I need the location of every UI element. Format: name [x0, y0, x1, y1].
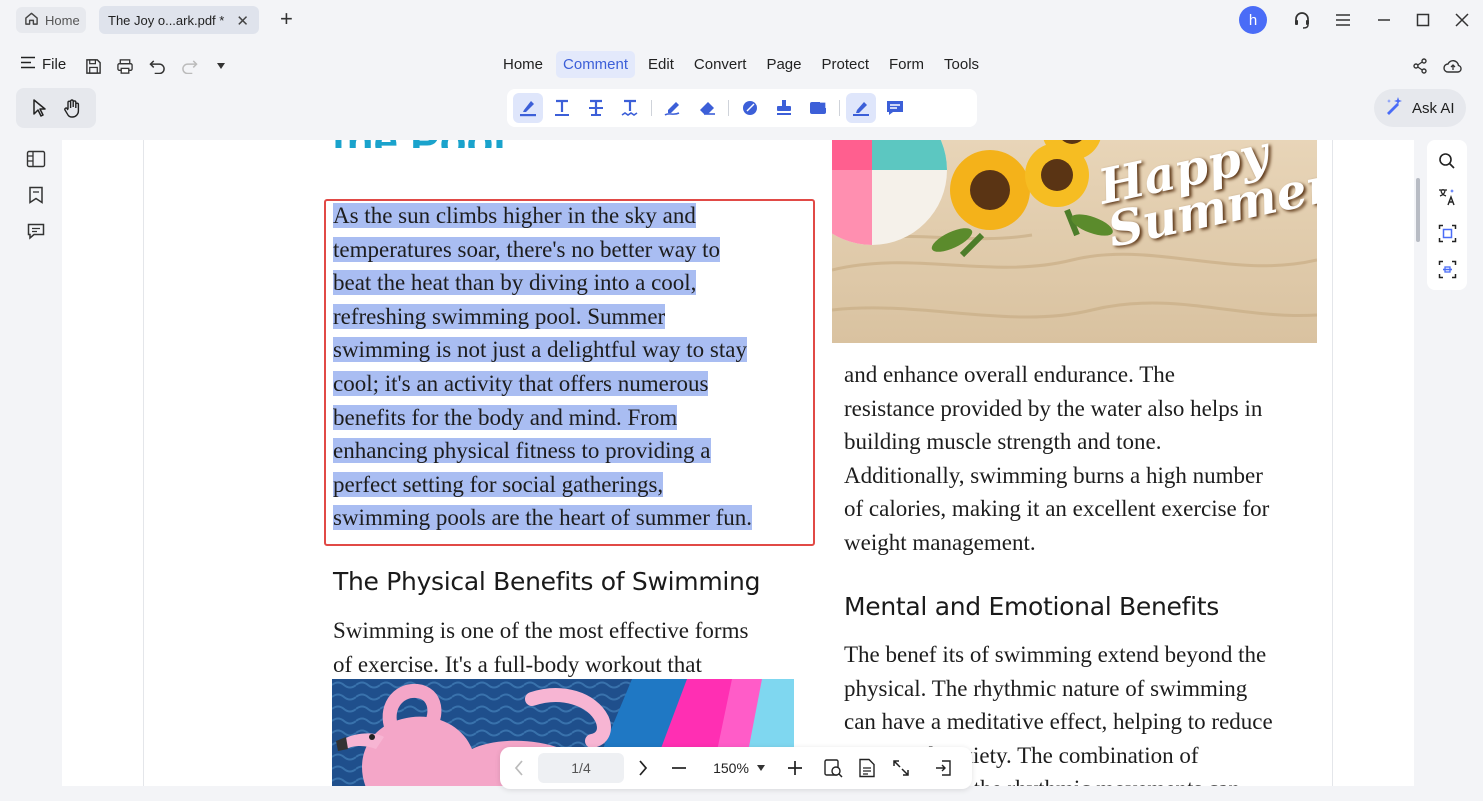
next-page-icon[interactable] [628, 753, 658, 783]
happy-summer-image: Happy Summer [832, 140, 1317, 343]
maximize-icon[interactable] [1411, 8, 1435, 32]
screenshot-capture-icon[interactable] [1436, 258, 1458, 280]
toolbar-divider [839, 100, 840, 116]
right-sidebar [1427, 140, 1467, 290]
share-icon[interactable] [1409, 55, 1431, 77]
translate-icon[interactable] [1436, 186, 1458, 208]
physical-paragraph[interactable]: Swimming is one of the most effective fo… [333, 614, 803, 681]
stamp-tool-icon[interactable] [769, 93, 799, 123]
thumbnails-icon[interactable] [25, 148, 47, 170]
cloud-icon[interactable] [1442, 55, 1464, 77]
document-viewer[interactable]: the Pool As the sun climbs higher in the… [62, 140, 1414, 786]
zoom-out-icon[interactable] [664, 753, 694, 783]
zoom-level: 150% [713, 760, 749, 776]
sunflower [950, 150, 1030, 230]
undo-icon[interactable] [146, 55, 168, 77]
hand-tool-icon[interactable] [61, 97, 83, 119]
save-icon[interactable] [82, 55, 104, 77]
selection-box[interactable] [324, 199, 815, 546]
comments-panel-icon[interactable] [25, 220, 47, 242]
strikethrough-text-icon[interactable] [581, 93, 611, 123]
hamburger-menu-icon[interactable] [1331, 8, 1355, 32]
toolbar-divider [728, 100, 729, 116]
endurance-paragraph[interactable]: and enhance overall endurance. The resis… [844, 358, 1324, 560]
bookmark-icon[interactable] [25, 184, 47, 206]
home-icon [24, 11, 39, 29]
comment-toolbar [507, 89, 977, 127]
search-icon[interactable] [1436, 150, 1458, 172]
menu-comment[interactable]: Comment [556, 51, 636, 78]
text-line: resistance provided by the water also he… [844, 395, 1263, 421]
minimize-icon[interactable] [1372, 8, 1396, 32]
fit-page-icon[interactable] [818, 753, 848, 783]
squiggly-text-icon[interactable] [615, 93, 645, 123]
tab-document[interactable]: The Joy o...ark.pdf * ✕ [99, 6, 259, 34]
text-line: The benef its of swimming extend beyond … [844, 642, 1267, 667]
text-line: Swimming is one of the most effective fo… [333, 618, 749, 643]
ask-ai-label: Ask AI [1412, 99, 1455, 117]
text-line: of exercise. It's a full-body workout th… [333, 651, 702, 677]
heading-physical-benefits: The Physical Benefits of Swimming [333, 567, 761, 596]
tab-home[interactable]: Home [16, 7, 86, 33]
menu-tools[interactable]: Tools [937, 51, 986, 78]
avatar[interactable]: h [1239, 6, 1267, 34]
comment-note-icon[interactable] [880, 93, 910, 123]
shape-tool-icon[interactable] [735, 93, 765, 123]
text-line: Additionally, swimming burns a high numb… [844, 462, 1263, 488]
eraser-icon[interactable] [692, 93, 722, 123]
area-highlight-icon[interactable] [803, 93, 833, 123]
ai-sparkle-icon [1384, 96, 1404, 120]
vertical-scrollbar[interactable] [1416, 178, 1420, 242]
ocr-scan-icon[interactable] [1436, 222, 1458, 244]
left-sidebar [16, 140, 56, 250]
menu-bar: File Home Comment Edit Convert Page Prot… [0, 46, 1483, 86]
hamburger-icon [20, 56, 36, 73]
select-pointer-icon[interactable] [29, 97, 51, 119]
zoom-in-icon[interactable] [780, 753, 810, 783]
menu-edit[interactable]: Edit [641, 51, 681, 78]
text-line: physical. The rhythmic nature of swimmin… [844, 675, 1248, 701]
text-line: building muscle strength and tone. [844, 429, 1162, 455]
single-page-view-icon[interactable] [852, 753, 882, 783]
tab-document-label: The Joy o...ark.pdf * [108, 12, 225, 28]
underline-text-icon[interactable] [547, 93, 577, 123]
text-line: can have a meditative effect, helping to… [844, 709, 1273, 735]
title-bar: Home The Joy o...ark.pdf * ✕ + h [0, 0, 1483, 40]
ask-ai-button[interactable]: Ask AI [1374, 89, 1466, 127]
chevron-down-icon [756, 765, 765, 771]
zoom-select[interactable]: 150% [700, 760, 778, 776]
close-tab-icon[interactable]: ✕ [236, 12, 249, 30]
highlight-tool-icon[interactable] [513, 93, 543, 123]
main-menu: Home Comment Edit Convert Page Protect F… [496, 51, 986, 78]
page-number-input[interactable]: 1/4 [538, 753, 624, 783]
text-line: of calories, making it an excellent exer… [844, 496, 1270, 522]
exit-panel-icon[interactable] [928, 753, 958, 783]
tab-home-label: Home [45, 12, 80, 28]
menu-convert[interactable]: Convert [687, 51, 754, 78]
previous-page-icon[interactable] [504, 753, 534, 783]
signature-tool-icon[interactable] [846, 93, 876, 123]
menu-form[interactable]: Form [882, 51, 931, 78]
close-window-icon[interactable] [1450, 8, 1474, 32]
redo-icon[interactable] [178, 55, 200, 77]
pdf-page: the Pool As the sun climbs higher in the… [143, 140, 1333, 786]
document-title-fragment: the Pool [332, 140, 506, 148]
menu-home[interactable]: Home [496, 51, 550, 78]
menu-page[interactable]: Page [759, 51, 808, 78]
mode-switcher [16, 88, 96, 128]
text-line: and enhance overall endurance. The [844, 362, 1175, 387]
heading-mental-benefits: Mental and Emotional Benefits [844, 592, 1219, 621]
page-navigation-bar: 1/4 150% [500, 747, 972, 789]
text-line: weight management. [844, 529, 1036, 555]
quick-access-dropdown-icon[interactable] [210, 55, 232, 77]
file-menu-label: File [42, 56, 67, 73]
support-headset-icon[interactable] [1290, 8, 1314, 32]
file-menu-button[interactable]: File [20, 56, 66, 73]
print-icon[interactable] [114, 55, 136, 77]
toolbar-divider [651, 100, 652, 116]
menu-protect[interactable]: Protect [814, 51, 876, 78]
new-tab-button[interactable]: + [280, 7, 293, 31]
fullscreen-icon[interactable] [886, 753, 916, 783]
pencil-draw-icon[interactable] [658, 93, 688, 123]
